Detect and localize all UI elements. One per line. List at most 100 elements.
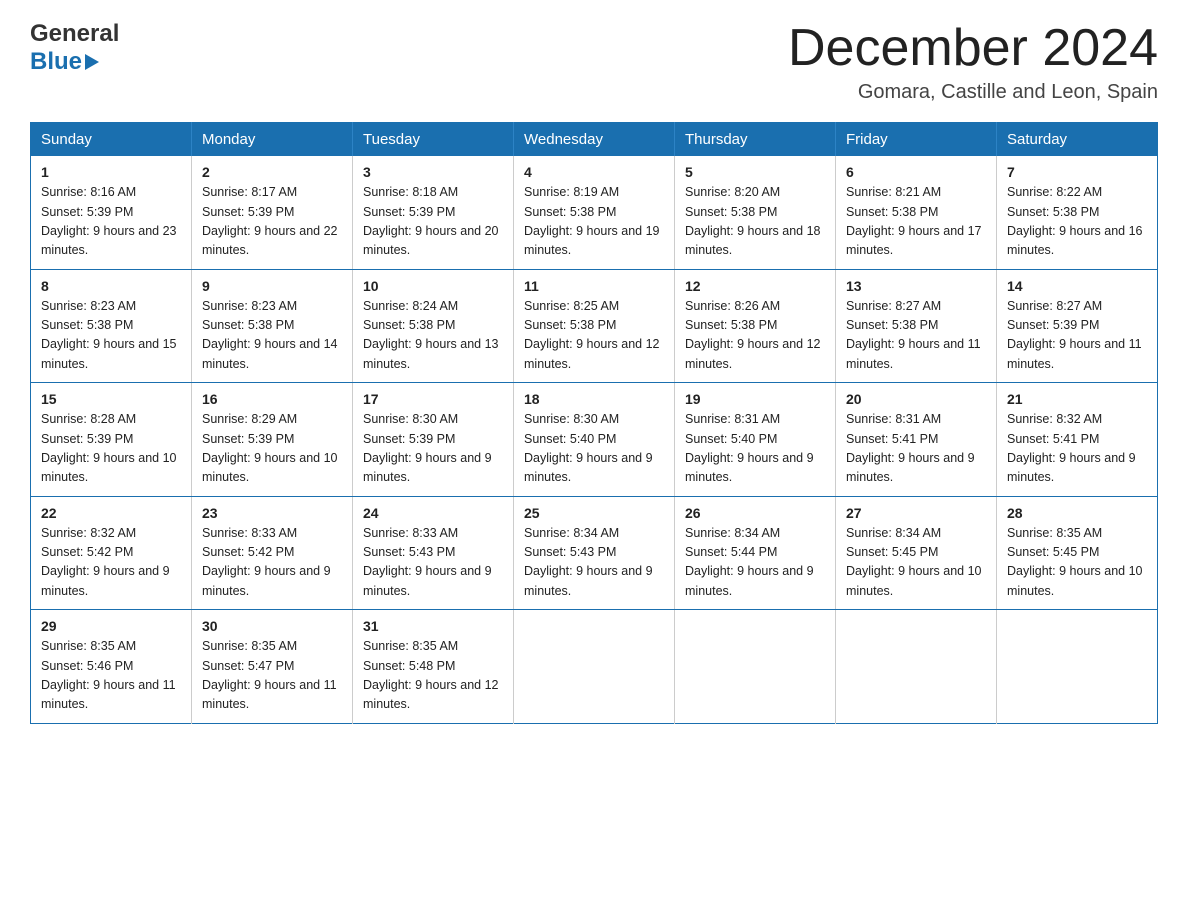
day-info: Sunrise: 8:35 AMSunset: 5:47 PMDaylight:… (202, 639, 337, 711)
day-info: Sunrise: 8:18 AMSunset: 5:39 PMDaylight:… (363, 185, 499, 257)
day-number: 30 (202, 618, 342, 634)
calendar-cell (675, 610, 836, 724)
day-info: Sunrise: 8:34 AMSunset: 5:45 PMDaylight:… (846, 526, 982, 598)
calendar-cell: 28 Sunrise: 8:35 AMSunset: 5:45 PMDayligh… (997, 496, 1158, 610)
day-number: 12 (685, 278, 825, 294)
day-info: Sunrise: 8:32 AMSunset: 5:42 PMDaylight:… (41, 526, 170, 598)
calendar-cell: 14Sunrise: 8:27 AMSunset: 5:39 PMDayligh… (997, 269, 1158, 383)
calendar-cell: 31 Sunrise: 8:35 AMSunset: 5:48 PMDayligh… (353, 610, 514, 724)
calendar-cell: 19 Sunrise: 8:31 AMSunset: 5:40 PMDayligh… (675, 383, 836, 497)
calendar-cell: 7Sunrise: 8:22 AMSunset: 5:38 PMDaylight… (997, 156, 1158, 269)
title-area: December 2024 Gomara, Castille and Leon,… (788, 20, 1158, 104)
calendar-header-wednesday: Wednesday (514, 123, 675, 157)
day-number: 8 (41, 278, 181, 294)
calendar-cell: 17 Sunrise: 8:30 AMSunset: 5:39 PMDayligh… (353, 383, 514, 497)
day-info: Sunrise: 8:19 AMSunset: 5:38 PMDaylight:… (524, 185, 660, 257)
calendar-cell: 25 Sunrise: 8:34 AMSunset: 5:43 PMDayligh… (514, 496, 675, 610)
calendar-cell (514, 610, 675, 724)
calendar-cell: 1Sunrise: 8:16 AMSunset: 5:39 PMDaylight… (31, 156, 192, 269)
day-info: Sunrise: 8:34 AMSunset: 5:44 PMDaylight:… (685, 526, 814, 598)
calendar-cell: 5Sunrise: 8:20 AMSunset: 5:38 PMDaylight… (675, 156, 836, 269)
calendar-week-row: 8 Sunrise: 8:23 AMSunset: 5:38 PMDaylight… (31, 269, 1158, 383)
logo-line2: Blue (30, 48, 99, 76)
day-number: 31 (363, 618, 503, 634)
calendar-cell: 16Sunrise: 8:29 AMSunset: 5:39 PMDayligh… (192, 383, 353, 497)
calendar-header-monday: Monday (192, 123, 353, 157)
calendar-cell: 3Sunrise: 8:18 AMSunset: 5:39 PMDaylight… (353, 156, 514, 269)
day-number: 21 (1007, 391, 1147, 407)
day-number: 5 (685, 164, 825, 180)
day-info: Sunrise: 8:28 AMSunset: 5:39 PMDaylight:… (41, 412, 177, 484)
day-number: 10 (363, 278, 503, 294)
calendar-cell: 22Sunrise: 8:32 AMSunset: 5:42 PMDayligh… (31, 496, 192, 610)
calendar-table: SundayMondayTuesdayWednesdayThursdayFrid… (30, 122, 1158, 724)
day-info: Sunrise: 8:26 AMSunset: 5:38 PMDaylight:… (685, 299, 821, 371)
day-info: Sunrise: 8:35 AMSunset: 5:45 PMDaylight:… (1007, 526, 1143, 598)
calendar-cell: 10 Sunrise: 8:24 AMSunset: 5:38 PMDayligh… (353, 269, 514, 383)
calendar-cell: 27 Sunrise: 8:34 AMSunset: 5:45 PMDayligh… (836, 496, 997, 610)
day-number: 23 (202, 505, 342, 521)
day-info: Sunrise: 8:23 AMSunset: 5:38 PMDaylight:… (202, 299, 338, 371)
calendar-header-tuesday: Tuesday (353, 123, 514, 157)
calendar-header-saturday: Saturday (997, 123, 1158, 157)
day-info: Sunrise: 8:25 AMSunset: 5:38 PMDaylight:… (524, 299, 660, 371)
calendar-cell: 2Sunrise: 8:17 AMSunset: 5:39 PMDaylight… (192, 156, 353, 269)
day-info: Sunrise: 8:31 AMSunset: 5:40 PMDaylight:… (685, 412, 814, 484)
calendar-week-row: 1Sunrise: 8:16 AMSunset: 5:39 PMDaylight… (31, 156, 1158, 269)
day-info: Sunrise: 8:22 AMSunset: 5:38 PMDaylight:… (1007, 185, 1143, 257)
calendar-cell: 30 Sunrise: 8:35 AMSunset: 5:47 PMDayligh… (192, 610, 353, 724)
calendar-header-friday: Friday (836, 123, 997, 157)
day-number: 15 (41, 391, 181, 407)
day-number: 29 (41, 618, 181, 634)
calendar-week-row: 15 Sunrise: 8:28 AMSunset: 5:39 PMDayligh… (31, 383, 1158, 497)
logo-line1: General (30, 20, 119, 48)
day-number: 20 (846, 391, 986, 407)
day-number: 19 (685, 391, 825, 407)
day-number: 13 (846, 278, 986, 294)
calendar-cell: 15 Sunrise: 8:28 AMSunset: 5:39 PMDayligh… (31, 383, 192, 497)
calendar-cell: 4 Sunrise: 8:19 AMSunset: 5:38 PMDaylight… (514, 156, 675, 269)
calendar-header-row: SundayMondayTuesdayWednesdayThursdayFrid… (31, 123, 1158, 157)
calendar-cell: 18Sunrise: 8:30 AMSunset: 5:40 PMDayligh… (514, 383, 675, 497)
day-number: 16 (202, 391, 342, 407)
day-number: 28 (1007, 505, 1147, 521)
day-number: 27 (846, 505, 986, 521)
calendar-cell: 12 Sunrise: 8:26 AMSunset: 5:38 PMDayligh… (675, 269, 836, 383)
calendar-cell: 6Sunrise: 8:21 AMSunset: 5:38 PMDaylight… (836, 156, 997, 269)
location-subtitle: Gomara, Castille and Leon, Spain (788, 81, 1158, 104)
page-header: General Blue December 2024 Gomara, Casti… (30, 20, 1158, 104)
day-info: Sunrise: 8:35 AMSunset: 5:48 PMDaylight:… (363, 639, 499, 711)
calendar-cell: 29 Sunrise: 8:35 AMSunset: 5:46 PMDayligh… (31, 610, 192, 724)
calendar-cell: 9 Sunrise: 8:23 AMSunset: 5:38 PMDaylight… (192, 269, 353, 383)
calendar-cell: 11 Sunrise: 8:25 AMSunset: 5:38 PMDayligh… (514, 269, 675, 383)
day-info: Sunrise: 8:24 AMSunset: 5:38 PMDaylight:… (363, 299, 499, 371)
calendar-cell (997, 610, 1158, 724)
logo: General Blue (30, 20, 119, 76)
calendar-cell: 23 Sunrise: 8:33 AMSunset: 5:42 PMDayligh… (192, 496, 353, 610)
calendar-week-row: 29 Sunrise: 8:35 AMSunset: 5:46 PMDayligh… (31, 610, 1158, 724)
calendar-cell: 24Sunrise: 8:33 AMSunset: 5:43 PMDayligh… (353, 496, 514, 610)
calendar-week-row: 22Sunrise: 8:32 AMSunset: 5:42 PMDayligh… (31, 496, 1158, 610)
calendar-cell: 13 Sunrise: 8:27 AMSunset: 5:38 PMDayligh… (836, 269, 997, 383)
day-number: 25 (524, 505, 664, 521)
day-info: Sunrise: 8:21 AMSunset: 5:38 PMDaylight:… (846, 185, 982, 257)
day-number: 9 (202, 278, 342, 294)
logo-arrow-icon (85, 54, 99, 70)
day-info: Sunrise: 8:34 AMSunset: 5:43 PMDaylight:… (524, 526, 653, 598)
calendar-cell: 8 Sunrise: 8:23 AMSunset: 5:38 PMDaylight… (31, 269, 192, 383)
day-info: Sunrise: 8:30 AMSunset: 5:39 PMDaylight:… (363, 412, 492, 484)
day-info: Sunrise: 8:27 AMSunset: 5:38 PMDaylight:… (846, 299, 981, 371)
day-info: Sunrise: 8:33 AMSunset: 5:43 PMDaylight:… (363, 526, 492, 598)
day-info: Sunrise: 8:30 AMSunset: 5:40 PMDaylight:… (524, 412, 653, 484)
day-number: 26 (685, 505, 825, 521)
calendar-header-sunday: Sunday (31, 123, 192, 157)
calendar-cell (836, 610, 997, 724)
day-info: Sunrise: 8:23 AMSunset: 5:38 PMDaylight:… (41, 299, 177, 371)
month-title: December 2024 (788, 20, 1158, 77)
day-number: 17 (363, 391, 503, 407)
day-info: Sunrise: 8:33 AMSunset: 5:42 PMDaylight:… (202, 526, 331, 598)
day-number: 4 (524, 164, 664, 180)
day-info: Sunrise: 8:35 AMSunset: 5:46 PMDaylight:… (41, 639, 176, 711)
day-number: 1 (41, 164, 181, 180)
day-number: 11 (524, 278, 664, 294)
